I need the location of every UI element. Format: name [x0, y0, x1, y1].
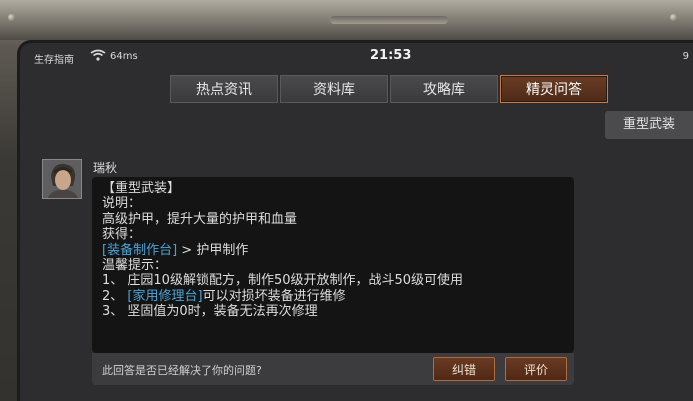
- ping-label: 64ms: [110, 51, 138, 62]
- equipment-workbench-link[interactable]: [装备制作台]: [102, 243, 177, 258]
- tip-2-text: 可以对损坏装备进行维修: [202, 288, 346, 304]
- feedback-question: 此回答是否已经解决了你的问题?: [102, 364, 262, 377]
- answer-body: 【重型武装】 说明： 高级护甲，提升大量的护甲和血量 获得： [装备制作台] >…: [102, 181, 572, 320]
- tab-qa[interactable]: 精灵问答: [500, 75, 608, 103]
- report-error-button[interactable]: 纠错: [433, 357, 495, 381]
- carrier-label: 生存指南: [34, 55, 74, 66]
- clock-time: 21:53: [370, 48, 412, 63]
- tab-guides[interactable]: 攻略库: [390, 75, 498, 103]
- tab-hot-news[interactable]: 热点资讯: [170, 75, 278, 103]
- status-right-indicator: 9: [682, 51, 689, 62]
- tab-bar: 热点资讯 资料库 攻略库 精灵问答: [170, 75, 608, 103]
- answer-title: 【重型武装】: [102, 181, 181, 196]
- frame-notch: [330, 16, 448, 24]
- avatar: [42, 159, 82, 199]
- app-screen: 生存指南 64ms 21:53 9 热点资讯 资料库 攻略库 精灵问答 重型武装…: [17, 40, 693, 401]
- tip-2: 2、 [家用修理台]可以对损坏装备进行维修: [102, 289, 572, 304]
- tip-1: 1、 庄园10级解锁配方，制作50级开放制作，战斗50级可使用: [102, 273, 464, 289]
- user-question-bubble: 重型武装: [605, 111, 693, 139]
- answer-author-name: 瑞秋: [93, 161, 118, 175]
- wifi-icon: [90, 49, 106, 61]
- tip-2-prefix: 2、: [102, 288, 128, 304]
- obtain-path-text: > 护甲制作: [177, 242, 249, 258]
- obtain-label: 获得：: [102, 227, 142, 243]
- description-label: 说明：: [102, 196, 142, 212]
- answer-card: 【重型武装】 说明： 高级护甲，提升大量的护甲和血量 获得： [装备制作台] >…: [92, 177, 574, 353]
- status-bar: 生存指南 64ms 21:53 9: [20, 43, 693, 71]
- rate-button[interactable]: 评价: [505, 357, 567, 381]
- home-repair-bench-link[interactable]: [家用修理台]: [127, 289, 202, 304]
- tip-3: 3、 坚固值为0时，装备无法再次修理: [102, 304, 318, 320]
- avatar-portrait-icon: [43, 160, 81, 198]
- frame-bolt: [8, 14, 15, 21]
- feedback-bar: 此回答是否已经解决了你的问题? 纠错 评价: [92, 353, 574, 385]
- tips-label: 温馨提示：: [102, 257, 168, 273]
- frame-bolt: [670, 14, 677, 21]
- description-text: 高级护甲，提升大量的护甲和血量: [102, 211, 298, 227]
- obtain-line: [装备制作台] > 护甲制作: [102, 243, 572, 258]
- tab-database[interactable]: 资料库: [280, 75, 388, 103]
